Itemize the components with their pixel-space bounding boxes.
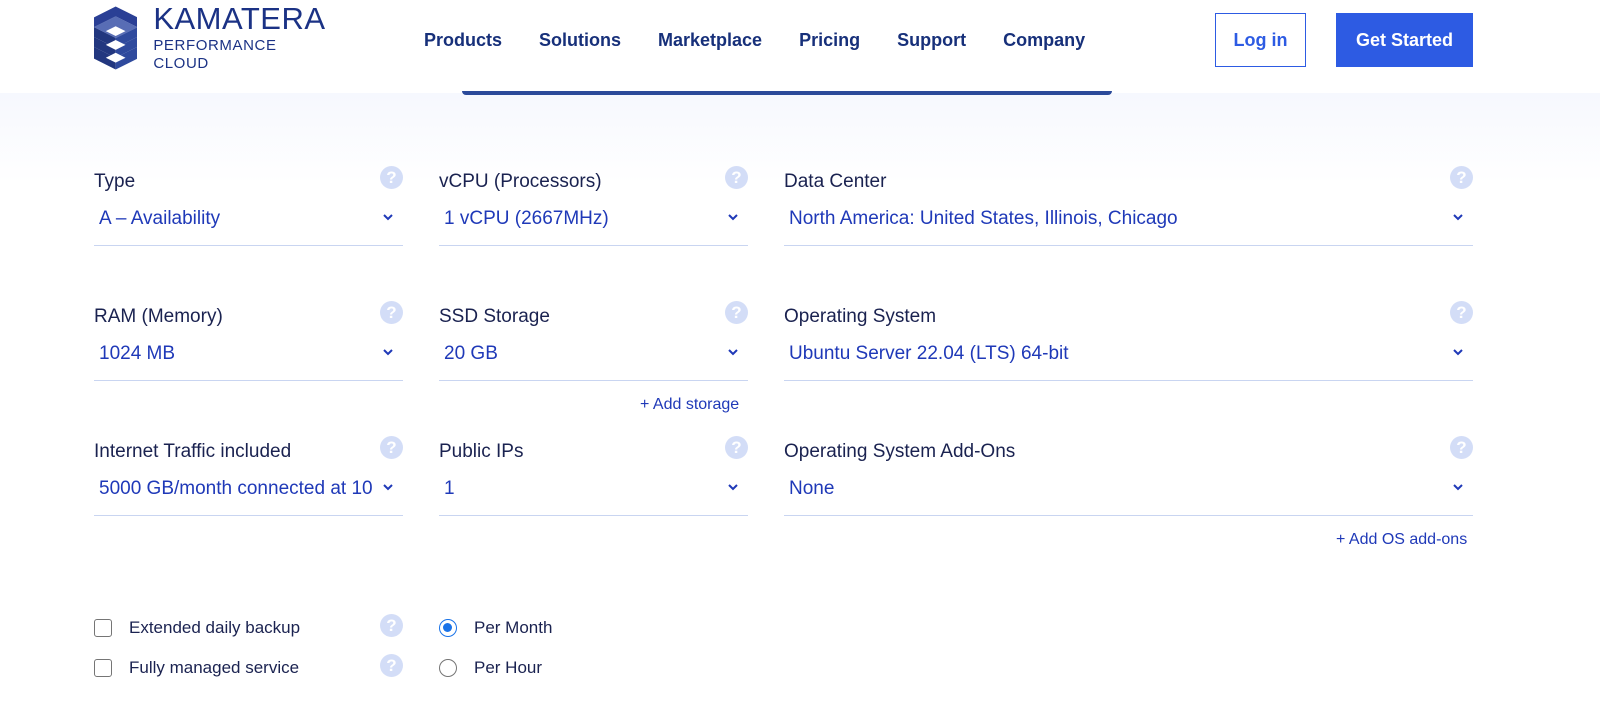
type-value: A – Availability <box>99 208 221 229</box>
per-month-label: Per Month <box>474 618 553 637</box>
help-icon[interactable]: ? <box>725 436 748 459</box>
vcpu-value: 1 vCPU (2667MHz) <box>444 208 609 229</box>
site-header: KAMATERA PERFORMANCE CLOUD Products Solu… <box>0 0 1600 93</box>
vcpu-select[interactable]: 1 vCPU (2667MHz) <box>439 200 748 246</box>
nav-solutions[interactable]: Solutions <box>539 28 621 52</box>
managed-option: Fully managed service <box>94 658 299 678</box>
datacenter-select[interactable]: North America: United States, Illinois, … <box>784 200 1473 246</box>
help-icon[interactable]: ? <box>1450 436 1473 459</box>
traffic-field: Internet Traffic included ? 5000 GB/mont… <box>94 436 403 526</box>
section-divider-bar <box>462 91 1112 95</box>
chevron-down-icon <box>383 349 393 356</box>
os-addons-select[interactable]: None <box>784 470 1473 516</box>
nav-pricing[interactable]: Pricing <box>799 28 860 52</box>
managed-checkbox[interactable] <box>94 659 112 677</box>
login-button[interactable]: Log in <box>1215 13 1306 67</box>
ssd-field: SSD Storage ? 20 GB <box>439 301 748 391</box>
traffic-value: 5000 GB/month connected at 10 <box>99 478 373 499</box>
help-icon[interactable]: ? <box>1450 166 1473 189</box>
help-icon[interactable]: ? <box>725 166 748 189</box>
type-select[interactable]: A – Availability <box>94 200 403 246</box>
per-hour-radio[interactable] <box>439 659 457 677</box>
datacenter-label: Data Center <box>784 171 887 192</box>
get-started-button[interactable]: Get Started <box>1336 13 1473 67</box>
chevron-down-icon <box>728 349 738 356</box>
chevron-down-icon <box>383 214 393 221</box>
per-month-option: Per Month <box>439 618 552 638</box>
os-select[interactable]: Ubuntu Server 22.04 (LTS) 64-bit <box>784 335 1473 381</box>
ram-field: RAM (Memory) ? 1024 MB <box>94 301 403 391</box>
os-addons-field: Operating System Add-Ons ? None <box>784 436 1473 526</box>
logo-mark-icon <box>94 6 138 70</box>
kamatera-logo[interactable]: KAMATERA PERFORMANCE CLOUD <box>94 1 334 72</box>
vcpu-label: vCPU (Processors) <box>439 171 602 192</box>
add-storage-link[interactable]: + Add storage <box>640 396 739 414</box>
logo-tagline: PERFORMANCE CLOUD <box>153 37 277 72</box>
nav-marketplace[interactable]: Marketplace <box>658 28 762 52</box>
os-field: Operating System ? Ubuntu Server 22.04 (… <box>784 301 1473 391</box>
chevron-down-icon <box>383 484 393 491</box>
ssd-label: SSD Storage <box>439 306 550 327</box>
nav-products[interactable]: Products <box>424 28 502 52</box>
ips-select[interactable]: 1 <box>439 470 748 516</box>
per-hour-label: Per Hour <box>474 658 543 677</box>
datacenter-field: Data Center ? North America: United Stat… <box>784 166 1473 256</box>
vcpu-field: vCPU (Processors) ? 1 vCPU (2667MHz) <box>439 166 748 256</box>
help-icon[interactable]: ? <box>725 301 748 324</box>
chevron-down-icon <box>1453 484 1463 491</box>
chevron-down-icon <box>728 484 738 491</box>
managed-label: Fully managed service <box>129 658 300 677</box>
nav-company[interactable]: Company <box>1003 28 1085 52</box>
traffic-label: Internet Traffic included <box>94 441 292 462</box>
help-icon[interactable]: ? <box>380 301 403 324</box>
main-nav: Products Solutions Marketplace Pricing S… <box>424 28 1122 52</box>
ips-label: Public IPs <box>439 441 524 462</box>
ips-field: Public IPs ? 1 <box>439 436 748 526</box>
help-icon[interactable]: ? <box>1450 301 1473 324</box>
help-icon[interactable]: ? <box>380 614 403 637</box>
os-value: Ubuntu Server 22.04 (LTS) 64-bit <box>789 343 1069 364</box>
chevron-down-icon <box>728 214 738 221</box>
nav-support[interactable]: Support <box>897 28 966 52</box>
traffic-select[interactable]: 5000 GB/month connected at 10 <box>94 470 403 516</box>
os-addons-value: None <box>789 478 835 499</box>
backup-checkbox[interactable] <box>94 619 112 637</box>
datacenter-value: North America: United States, Illinois, … <box>789 208 1178 229</box>
type-field: Type ? A – Availability <box>94 166 403 256</box>
chevron-down-icon <box>1453 214 1463 221</box>
ips-value: 1 <box>444 478 455 499</box>
help-icon[interactable]: ? <box>380 654 403 677</box>
ram-label: RAM (Memory) <box>94 306 223 327</box>
backup-label: Extended daily backup <box>129 618 301 637</box>
os-label: Operating System <box>784 306 937 327</box>
help-icon[interactable]: ? <box>380 436 403 459</box>
per-month-radio[interactable] <box>439 619 457 637</box>
os-addons-label: Operating System Add-Ons <box>784 441 1016 462</box>
per-hour-option: Per Hour <box>439 658 542 678</box>
ram-value: 1024 MB <box>99 343 176 364</box>
backup-option: Extended daily backup <box>94 618 300 638</box>
ssd-value: 20 GB <box>444 343 498 364</box>
add-os-addons-link[interactable]: + Add OS add-ons <box>1336 531 1467 549</box>
type-label: Type <box>94 171 136 192</box>
ram-select[interactable]: 1024 MB <box>94 335 403 381</box>
help-icon[interactable]: ? <box>380 166 403 189</box>
ssd-select[interactable]: 20 GB <box>439 335 748 381</box>
chevron-down-icon <box>1453 349 1463 356</box>
logo-name: KAMATERA <box>153 1 326 36</box>
